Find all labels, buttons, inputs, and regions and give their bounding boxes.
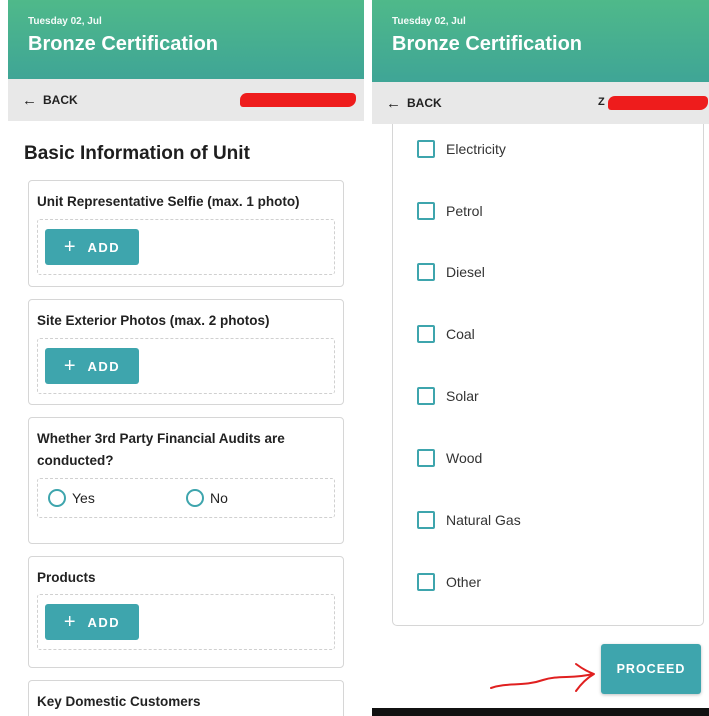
checkbox-label: Coal: [446, 326, 475, 342]
header-title: Bronze Certification: [28, 33, 219, 55]
upload-area: + ADD: [37, 219, 335, 275]
checkbox-natural-gas[interactable]: Natural Gas: [417, 511, 521, 529]
add-selfie-button[interactable]: + ADD: [45, 229, 139, 265]
header-title: Bronze Certification: [392, 33, 583, 55]
redaction-mark: [608, 96, 708, 110]
redaction-mark: [240, 93, 356, 107]
checkbox-label: Solar: [446, 388, 479, 404]
checkbox-unchecked-icon: [417, 202, 435, 220]
section-title: Basic Information of Unit: [24, 143, 250, 164]
user-name-fragment: Z: [598, 96, 605, 108]
energy-source-card: Electricity Petrol Diesel Coal Solar Woo…: [392, 124, 704, 626]
site-photos-card: Site Exterior Photos (max. 2 photos) + A…: [28, 299, 344, 405]
back-label: BACK: [407, 96, 442, 110]
checkbox-wood[interactable]: Wood: [417, 449, 482, 467]
checkbox-electricity[interactable]: Electricity: [417, 140, 506, 158]
add-label: ADD: [87, 358, 121, 374]
upload-area: + ADD: [37, 338, 335, 394]
arrow-left-icon: ←: [22, 91, 37, 109]
plus-icon: +: [63, 354, 76, 377]
checkbox-petrol[interactable]: Petrol: [417, 202, 483, 220]
back-label: BACK: [43, 93, 78, 107]
radio-yes[interactable]: Yes: [48, 489, 186, 507]
nav-bar: ← BACK Z: [372, 82, 709, 124]
checkbox-label: Electricity: [446, 141, 506, 157]
radio-area: Yes No: [37, 478, 335, 518]
card-label: Unit Representative Selfie (max. 1 photo…: [37, 194, 300, 209]
checkbox-unchecked-icon: [417, 511, 435, 529]
customers-card: Key Domestic Customers: [28, 680, 344, 716]
products-card: Products + ADD: [28, 556, 344, 668]
back-button[interactable]: ← BACK: [22, 92, 78, 109]
radio-label: Yes: [72, 490, 95, 506]
selfie-card: Unit Representative Selfie (max. 1 photo…: [28, 180, 344, 287]
checkbox-label: Wood: [446, 450, 483, 466]
header-date: Tuesday 02, Jul: [392, 16, 466, 27]
checkbox-solar[interactable]: Solar: [417, 387, 479, 405]
header-date: Tuesday 02, Jul: [28, 16, 102, 27]
checkbox-coal[interactable]: Coal: [417, 325, 475, 343]
checkbox-unchecked-icon: [417, 449, 435, 467]
back-button[interactable]: ← BACK: [386, 95, 442, 112]
checkbox-unchecked-icon: [417, 263, 435, 281]
app-header: Tuesday 02, Jul Bronze Certification: [8, 0, 364, 79]
checkbox-other[interactable]: Other: [417, 573, 481, 591]
checkbox-label: Natural Gas: [446, 512, 521, 528]
add-site-photo-button[interactable]: + ADD: [45, 348, 139, 384]
checkbox-unchecked-icon: [417, 573, 435, 591]
card-label: Site Exterior Photos (max. 2 photos): [37, 313, 270, 328]
plus-icon: +: [63, 610, 76, 633]
proceed-button[interactable]: PROCEED: [601, 644, 701, 694]
red-arrow-annotation: [490, 663, 595, 692]
radio-unchecked-icon: [48, 489, 66, 507]
radio-label: No: [210, 490, 228, 506]
radio-group: Yes No: [42, 483, 330, 513]
card-label: Whether 3rd Party Financial Audits are c…: [37, 431, 285, 468]
checkbox-unchecked-icon: [417, 140, 435, 158]
right-screen: Tuesday 02, Jul Bronze Certification ← B…: [372, 0, 709, 716]
radio-unchecked-icon: [186, 489, 204, 507]
checkbox-diesel[interactable]: Diesel: [417, 263, 485, 281]
checkbox-label: Petrol: [446, 203, 483, 219]
checkbox-label: Other: [446, 574, 482, 590]
audits-card: Whether 3rd Party Financial Audits are c…: [28, 417, 344, 544]
card-label: Key Domestic Customers: [37, 694, 201, 709]
checkbox-unchecked-icon: [417, 325, 435, 343]
upload-area: + ADD: [37, 594, 335, 650]
bottom-bar: [372, 708, 709, 716]
card-label: Products: [37, 570, 96, 585]
plus-icon: +: [63, 235, 76, 258]
arrow-left-icon: ←: [386, 94, 401, 112]
checkbox-label: Diesel: [446, 264, 485, 280]
add-product-button[interactable]: + ADD: [45, 604, 139, 640]
add-label: ADD: [87, 614, 121, 630]
nav-bar: ← BACK: [8, 79, 364, 121]
radio-no[interactable]: No: [186, 489, 324, 507]
left-screen: Tuesday 02, Jul Bronze Certification ← B…: [8, 0, 364, 716]
add-label: ADD: [87, 239, 121, 255]
checkbox-unchecked-icon: [417, 387, 435, 405]
app-header: Tuesday 02, Jul Bronze Certification: [372, 0, 709, 82]
